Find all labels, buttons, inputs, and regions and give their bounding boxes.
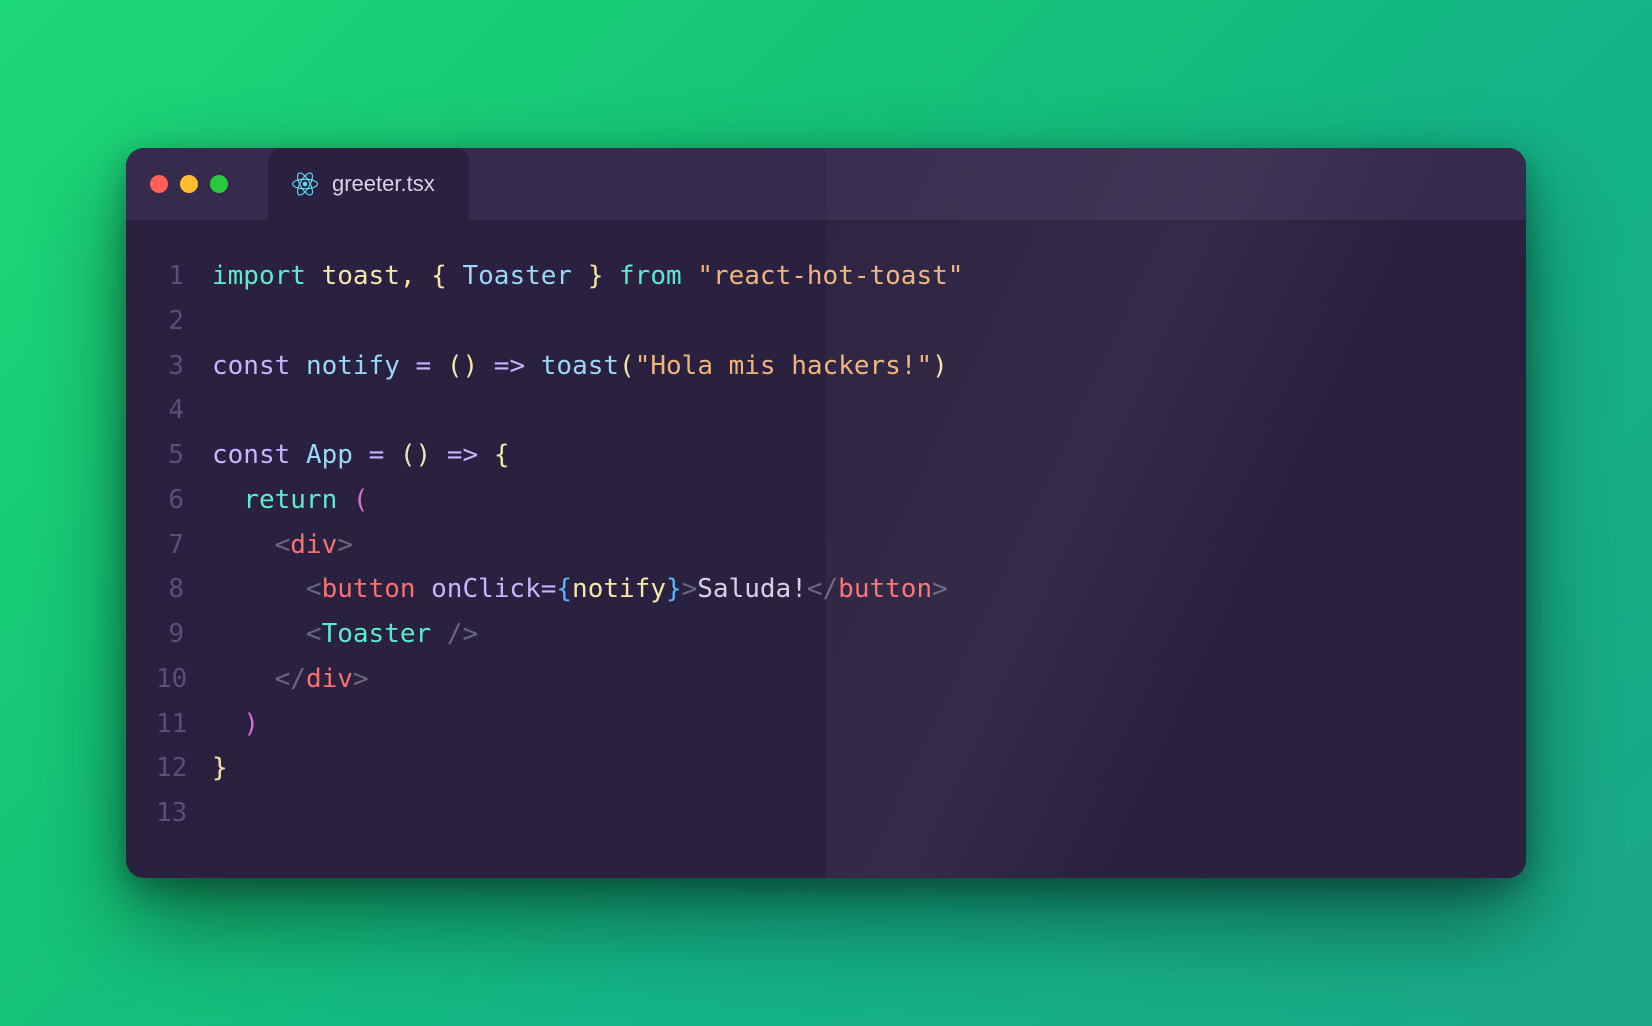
code-content: <Toaster />	[212, 612, 478, 657]
window-controls	[150, 175, 228, 193]
line-number: 3	[156, 344, 212, 389]
code-line: 12 }	[156, 746, 1496, 791]
code-editor[interactable]: 1 import toast, { Toaster } from "react-…	[126, 220, 1526, 877]
tab-filename: greeter.tsx	[332, 171, 435, 197]
line-number: 12	[156, 746, 212, 791]
code-line: 7 <div>	[156, 523, 1496, 568]
code-content: }	[212, 746, 228, 791]
code-line: 10 </div>	[156, 657, 1496, 702]
code-line: 13	[156, 791, 1496, 836]
code-content: const notify = () => toast("Hola mis hac…	[212, 344, 948, 389]
close-icon[interactable]	[150, 175, 168, 193]
code-content: const App = () => {	[212, 433, 509, 478]
line-number: 1	[156, 254, 212, 299]
code-content: )	[212, 702, 259, 747]
line-number: 5	[156, 433, 212, 478]
code-line: 2	[156, 299, 1496, 344]
code-line: 5 const App = () => {	[156, 433, 1496, 478]
line-number: 8	[156, 567, 212, 612]
editor-window: greeter.tsx 1 import toast, { Toaster } …	[126, 148, 1526, 877]
titlebar: greeter.tsx	[126, 148, 1526, 220]
code-content: return (	[212, 478, 369, 523]
code-content: </div>	[212, 657, 369, 702]
line-number: 4	[156, 388, 212, 433]
line-number: 11	[156, 702, 212, 747]
line-number: 13	[156, 791, 212, 836]
code-line: 6 return (	[156, 478, 1496, 523]
code-content: <button onClick={notify}>Saluda!</button…	[212, 567, 948, 612]
code-line: 9 <Toaster />	[156, 612, 1496, 657]
zoom-icon[interactable]	[210, 175, 228, 193]
code-line: 8 <button onClick={notify}>Saluda!</butt…	[156, 567, 1496, 612]
code-content: import toast, { Toaster } from "react-ho…	[212, 254, 963, 299]
code-line: 1 import toast, { Toaster } from "react-…	[156, 254, 1496, 299]
line-number: 6	[156, 478, 212, 523]
code-content: <div>	[212, 523, 353, 568]
line-number: 10	[156, 657, 212, 702]
line-number: 2	[156, 299, 212, 344]
code-line: 11 )	[156, 702, 1496, 747]
tab-active[interactable]: greeter.tsx	[268, 148, 469, 220]
code-line: 4	[156, 388, 1496, 433]
react-icon	[292, 171, 318, 197]
line-number: 7	[156, 523, 212, 568]
code-line: 3 const notify = () => toast("Hola mis h…	[156, 344, 1496, 389]
line-number: 9	[156, 612, 212, 657]
minimize-icon[interactable]	[180, 175, 198, 193]
